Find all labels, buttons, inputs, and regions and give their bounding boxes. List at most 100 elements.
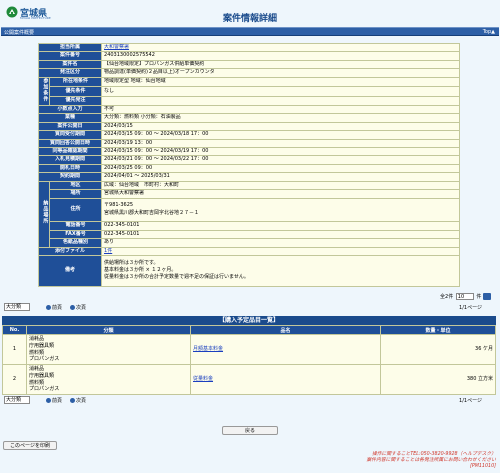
prev-page-link[interactable]: 前頁: [46, 304, 62, 311]
field-value: [101, 95, 460, 107]
per-page-select[interactable]: 10: [455, 293, 474, 300]
footer-code: [PM11010]: [469, 464, 496, 470]
item-no: 1: [2, 334, 27, 365]
field-value: 〒981-3625 宮城県黒川郡大和町吉岡字北谷地２７－１: [101, 197, 460, 223]
pager-bottom: 大分類 前頁 次頁 1/1ページ: [4, 396, 496, 405]
item-qty: 36 ケ月: [380, 334, 496, 365]
sort-select[interactable]: 大分類: [4, 303, 30, 311]
field-label: 優先発注: [48, 95, 103, 107]
field-text: 2403130002575542: [104, 52, 155, 59]
field-text: 2024/03/15: [104, 122, 133, 129]
field-value: 広域：仙台地域 市町村：大和町: [101, 180, 460, 191]
field-link[interactable]: 1件: [104, 248, 112, 253]
col-qty: 数量・単位: [380, 325, 496, 335]
field-value: 2024/03/15 09：00 〜 2024/03/19 17：00: [101, 147, 460, 157]
field-value: 2024/03/25 09：00: [101, 163, 460, 174]
col-no: No.: [2, 325, 27, 335]
field-value: 2024/04/01 〜 2025/03/31: [101, 172, 460, 182]
field-text: 【仙台地域限定】プロパンガス供給単価契約: [104, 60, 205, 67]
item-name-cell[interactable]: 従量料金: [190, 364, 381, 395]
next-page-link-bottom[interactable]: 次頁: [70, 397, 86, 404]
field-label: FAX番号: [48, 229, 103, 240]
field-text: 2024/03/15 09：00 〜 2024/03/19 17：00: [104, 148, 209, 155]
apply-button[interactable]: [483, 293, 491, 300]
field-label: 色紙品種別: [48, 238, 103, 248]
item-qty: 380 立方米: [380, 364, 496, 395]
item-name-cell[interactable]: 月額基本料金: [190, 334, 381, 365]
field-label: 質問回答公開日時: [37, 138, 103, 149]
top-link[interactable]: Top▲: [483, 29, 495, 35]
items-table: No. 分類 品名 数量・単位 1 消耗品 庁用器具類 燃料類 プロパンガス 月額基…: [2, 325, 496, 395]
total-count: 全2件: [440, 294, 454, 300]
prev-page-link-bottom[interactable]: 前頁: [46, 397, 62, 404]
item-row: 2 消耗品 庁用器具類 燃料類 プロパンガス 従量料金 380 立方米: [2, 364, 496, 395]
field-label: 電話番号: [48, 221, 103, 231]
prev-icon: [46, 398, 51, 403]
item-name-link[interactable]: 従量料金: [193, 376, 213, 382]
next-page-link[interactable]: 次頁: [70, 304, 86, 311]
field-value[interactable]: 大和警察署: [101, 42, 460, 53]
section-title: 公開案件概要: [4, 30, 35, 36]
field-label: 備考: [37, 254, 103, 287]
back-button[interactable]: 戻る: [222, 426, 278, 435]
field-label: 担当所属: [37, 42, 103, 53]
field-label: 案件名: [37, 59, 103, 70]
field-value: 大分類：燃料類 小分類：石油製品: [101, 113, 460, 123]
print-button[interactable]: このページを印刷: [3, 441, 57, 450]
field-value: 2024/03/19 13：00: [101, 138, 460, 149]
col-name: 品名: [190, 325, 381, 335]
item-category: 消耗品 庁用器具類 燃料類 プロパンガス: [26, 364, 191, 395]
field-value[interactable]: 1件: [101, 246, 460, 256]
field-label: 質問受付期間: [37, 130, 103, 140]
field-value: なし: [101, 86, 460, 97]
group-label-text: 納品場所: [42, 200, 49, 225]
field-label: 入札見積期間: [37, 155, 103, 165]
field-text: 2024/03/15 09：00 〜 2024/03/18 17：00: [104, 131, 209, 138]
next-icon: [70, 305, 75, 310]
pager-top: 大分類 前頁 次頁 1/1ページ: [4, 303, 496, 312]
result-count: 全2件 10 件: [440, 293, 491, 300]
field-label: 開札日時: [37, 163, 103, 174]
group-label-text: 参加条件: [42, 77, 49, 102]
field-label: 案件番号: [37, 51, 103, 61]
field-value: 2024/03/21 09：00 〜 2024/03/22 17：00: [101, 155, 460, 165]
field-text: 2024/03/21 09：00 〜 2024/03/22 17：00: [104, 156, 209, 163]
field-label: 地区: [48, 180, 103, 191]
item-no: 2: [2, 364, 27, 395]
field-text: 不可: [104, 106, 115, 113]
items-title: 【購入予定品目一覧】: [2, 316, 496, 325]
page-title: 案件情報詳細: [222, 14, 277, 24]
section-header: 公開案件概要 Top▲: [1, 27, 499, 36]
field-value: 022-345-0101: [101, 221, 460, 231]
field-label: 契約期間: [37, 172, 103, 182]
field-link[interactable]: 大和警察署: [104, 45, 129, 50]
field-label: 業種: [37, 113, 103, 123]
page-indicator: 1/1ページ: [459, 305, 482, 311]
field-value: 【仙台地域限定】プロパンガス供給単価契約: [101, 59, 460, 70]
field-value: 2024/03/15: [101, 121, 460, 132]
field-value: 022-345-0101: [101, 229, 460, 240]
field-text: 2024/03/19 13：00: [104, 139, 153, 146]
item-row: 1 消耗品 庁用器具類 燃料類 プロパンガス 月額基本料金 36 ケ月: [2, 334, 496, 365]
field-text: 大分類：燃料類 小分類：石油製品: [104, 114, 181, 121]
field-value: 物品調達(単価契約)２品目以上)オープンカウンタ: [101, 68, 460, 78]
field-text: 供給場所は３か所です。 基本料金は３か所 × １２ヶ月。 従量料金は３か所の合計…: [104, 260, 249, 281]
field-label: 小数点入力: [37, 105, 103, 115]
item-name-link[interactable]: 月額基本料金: [193, 346, 223, 352]
sort-select-bottom[interactable]: 大分類: [4, 396, 30, 404]
field-label: 添付ファイル: [37, 246, 103, 256]
per-page-suffix: 件: [476, 294, 482, 300]
field-value: あり: [101, 238, 460, 248]
field-value: 宮城県大和警察署: [101, 189, 460, 199]
group-label: 参加条件: [38, 76, 50, 107]
field-label: 優先条件: [48, 86, 103, 97]
field-label: 場所: [48, 189, 103, 199]
next-icon: [70, 398, 75, 403]
field-value: 2024/03/15 09：00 〜 2024/03/18 17：00: [101, 130, 460, 140]
field-value: 不可: [101, 105, 460, 115]
field-value: 供給場所は３か所です。 基本料金は３か所 × １２ヶ月。 従量料金は３か所の合計…: [101, 254, 460, 287]
col-category: 分類: [26, 325, 191, 335]
field-value: 2403130002575542: [101, 51, 460, 61]
detail-table: 担当所属 大和警察署 案件番号 2403130002575542 案件名 【仙台地域限定】…: [37, 42, 460, 287]
field-label: 発注区分: [37, 68, 103, 78]
